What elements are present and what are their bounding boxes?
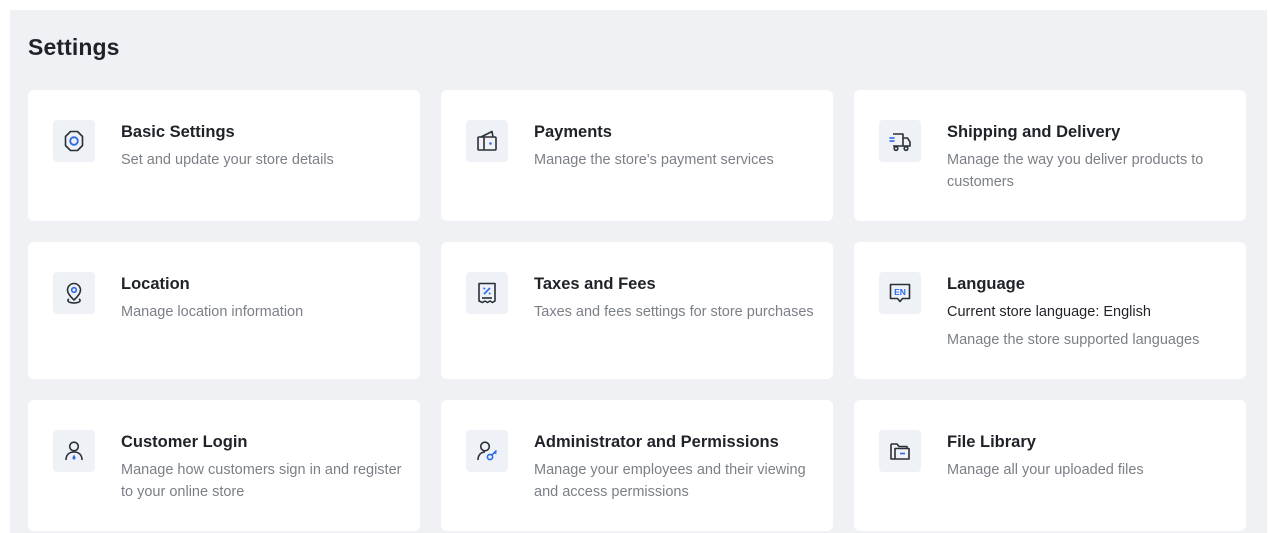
card-title: Shipping and Delivery: [947, 123, 1121, 141]
current-language: Current store language: English: [947, 304, 1151, 320]
page-title: Settings: [28, 34, 120, 60]
card-title: Customer Login: [121, 433, 248, 451]
card-shipping-delivery[interactable]: Shipping and Delivery Manage the way you…: [854, 90, 1246, 221]
receipt-icon: [466, 272, 508, 314]
language-icon-text: EN: [894, 287, 906, 297]
card-description: Manage the store supported languages: [947, 332, 1200, 348]
card-language[interactable]: EN Language Current store language: Engl…: [854, 242, 1246, 379]
card-basic-settings[interactable]: Basic Settings Set and update your store…: [28, 90, 420, 221]
folder-icon: [879, 430, 921, 472]
card-description: Set and update your store details: [121, 152, 334, 168]
card-taxes-fees[interactable]: Taxes and Fees Taxes and fees settings f…: [441, 242, 833, 379]
card-payments[interactable]: Payments Manage the store's payment serv…: [441, 90, 833, 221]
language-icon: EN: [879, 272, 921, 314]
card-title: File Library: [947, 433, 1036, 451]
card-title: Taxes and Fees: [534, 275, 656, 293]
card-title: Location: [121, 275, 190, 293]
card-customer-login[interactable]: Customer Login Manage how customers sign…: [28, 400, 420, 531]
map-pin-icon: [53, 272, 95, 314]
card-title: Administrator and Permissions: [534, 433, 779, 451]
wallet-icon: [466, 120, 508, 162]
card-description: Manage your employees and their viewing …: [534, 462, 806, 500]
card-title: Payments: [534, 123, 612, 141]
card-title: Basic Settings: [121, 123, 235, 141]
settings-panel: Settings Basic Settings Set and update y…: [10, 10, 1267, 533]
card-description: Manage the way you deliver products to c…: [947, 152, 1204, 190]
card-file-library[interactable]: File Library Manage all your uploaded fi…: [854, 400, 1246, 531]
card-description: Taxes and fees settings for store purcha…: [534, 304, 814, 320]
card-administrator-permissions[interactable]: Administrator and Permissions Manage you…: [441, 400, 833, 531]
card-title: Language: [947, 275, 1025, 293]
gear-icon: [53, 120, 95, 162]
truck-icon: [879, 120, 921, 162]
user-icon: [53, 430, 95, 472]
card-description: Manage location information: [121, 304, 304, 320]
card-description: Manage how customers sign in and registe…: [121, 462, 402, 500]
user-key-icon: [466, 430, 508, 472]
card-description: Manage all your uploaded files: [947, 462, 1144, 478]
card-description: Manage the store's payment services: [534, 152, 774, 168]
card-location[interactable]: Location Manage location information: [28, 242, 420, 379]
